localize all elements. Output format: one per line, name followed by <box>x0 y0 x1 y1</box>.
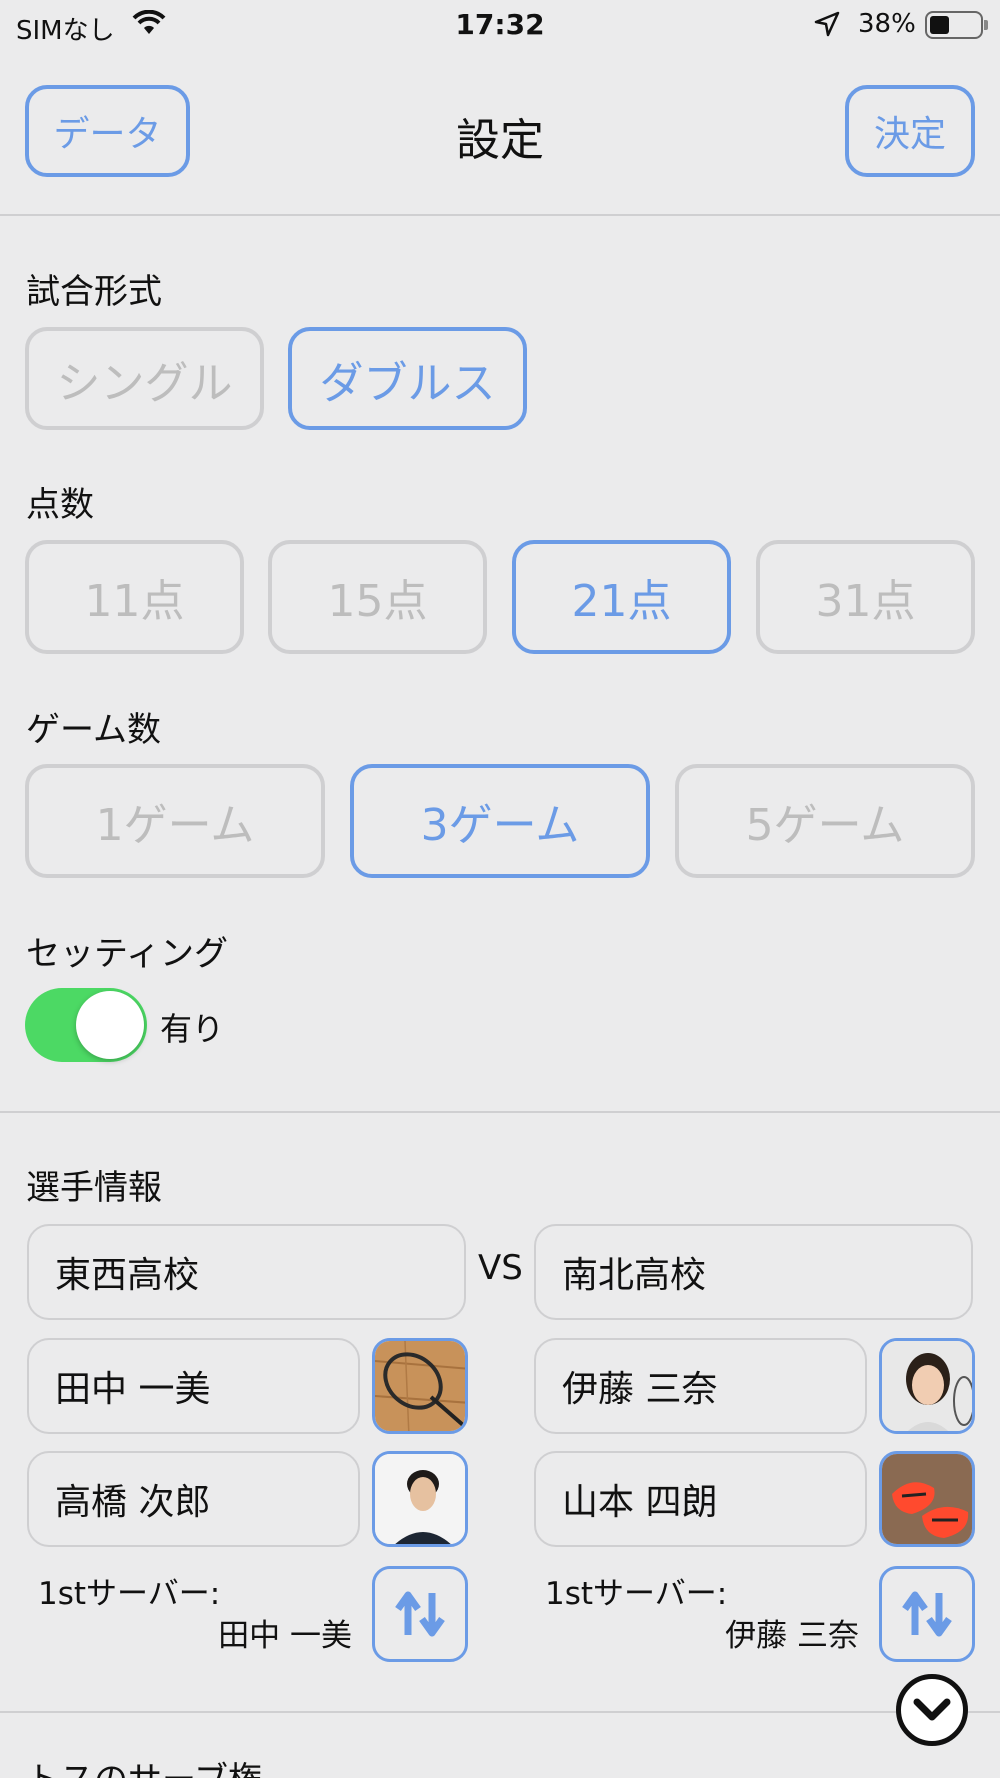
confirm-button[interactable]: 決定 <box>845 85 975 177</box>
racket-photo-icon <box>375 1341 465 1431</box>
person-photo-icon <box>375 1454 465 1544</box>
left-swap-server-button[interactable] <box>372 1566 468 1662</box>
points-11[interactable]: 11点 <box>25 540 244 654</box>
points-31[interactable]: 31点 <box>756 540 975 654</box>
swap-arrows-icon <box>395 1591 445 1637</box>
points-15[interactable]: 15点 <box>268 540 487 654</box>
location-arrow-icon <box>814 11 840 41</box>
chevron-down-icon <box>913 1698 951 1721</box>
battery-percent: 38% <box>858 9 916 39</box>
match-format-doubles[interactable]: ダブルス <box>288 327 527 430</box>
players-label: 選手情報 <box>26 1168 162 1208</box>
left-first-server-name: 田中 一美 <box>218 1618 352 1654</box>
right-player1-photo[interactable] <box>879 1338 975 1434</box>
match-format-label: 試合形式 <box>26 272 162 312</box>
match-format-singles[interactable]: シングル <box>25 327 264 430</box>
right-first-server-label: 1stサーバー: <box>545 1576 728 1612</box>
scroll-down-button[interactable] <box>896 1674 968 1746</box>
left-school-field[interactable]: 東西高校 <box>27 1224 466 1320</box>
swap-arrows-icon <box>902 1591 952 1637</box>
games-label: ゲーム数 <box>26 710 161 750</box>
right-school-field[interactable]: 南北高校 <box>534 1224 973 1320</box>
section-divider <box>0 1711 1000 1713</box>
toss-label: トスのサーブ権 <box>26 1752 262 1778</box>
left-player1-field[interactable]: 田中 一美 <box>27 1338 360 1434</box>
right-player2-field[interactable]: 山本 四朗 <box>534 1451 867 1547</box>
clock: 17:32 <box>455 8 545 41</box>
right-player1-field[interactable]: 伊藤 三奈 <box>534 1338 867 1434</box>
section-divider <box>0 1111 1000 1113</box>
points-21[interactable]: 21点 <box>512 540 731 654</box>
battery-fill <box>930 16 949 34</box>
left-first-server-label: 1stサーバー: <box>38 1576 221 1612</box>
setting-label: セッティング <box>26 934 228 974</box>
left-player2-photo[interactable] <box>372 1451 468 1547</box>
left-player1-photo[interactable] <box>372 1338 468 1434</box>
right-first-server-name: 伊藤 三奈 <box>725 1618 859 1654</box>
right-player2-photo[interactable] <box>879 1451 975 1547</box>
setting-toggle-label: 有り <box>160 1010 225 1048</box>
status-bar: SIMなし 17:32 38% <box>0 0 1000 50</box>
points-label: 点数 <box>26 485 94 525</box>
toggle-knob <box>76 991 144 1059</box>
games-5[interactable]: 5ゲーム <box>675 764 975 878</box>
person-photo-icon <box>882 1341 972 1431</box>
games-3[interactable]: 3ゲーム <box>350 764 650 878</box>
battery-tip <box>984 20 988 30</box>
right-swap-server-button[interactable] <box>879 1566 975 1662</box>
nav-divider <box>0 214 1000 216</box>
games-1[interactable]: 1ゲーム <box>25 764 325 878</box>
vs-label: VS <box>478 1248 523 1288</box>
setting-toggle[interactable] <box>25 988 147 1062</box>
shoes-photo-icon <box>882 1454 972 1544</box>
left-player2-field[interactable]: 高橋 次郎 <box>27 1451 360 1547</box>
battery-icon <box>925 11 983 39</box>
